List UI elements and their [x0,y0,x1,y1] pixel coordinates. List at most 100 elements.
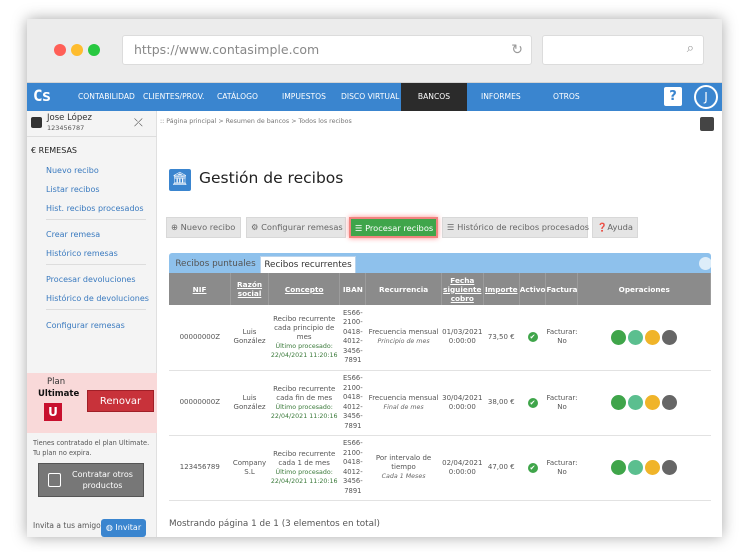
configure-remittances-button[interactable]: ⚙ Configurar remesas [246,217,346,238]
chevron-down-icon[interactable] [662,329,678,345]
table-row[interactable]: 00000000Z Luis González Recibo recurrent… [169,305,711,371]
column-header-importe[interactable]: Importe [483,273,520,305]
page-title: Gestión de recibos [199,169,344,187]
cell-nif: 00000000Z [169,305,231,371]
collapse-icon[interactable]: ⤫ [134,116,143,130]
sidebar-link-listar-recibos[interactable]: Listar recibos [46,185,100,194]
cell-razon: Company S.L [230,435,269,501]
nav-item-informes[interactable]: INFORMES [481,83,521,111]
search-icon: ⌕ [686,41,694,56]
invite-button[interactable]: ◍ Invitar [101,519,146,537]
cell-importe: 38,00 € [483,370,520,436]
new-receipt-button[interactable]: ⊕ Nuevo recibo [166,217,241,238]
sidebar-link-historico-remesas[interactable]: Histórico remesas [46,249,118,258]
main-content: :: Página principal > Resumen de bancos … [158,111,722,537]
reload-icon[interactable]: ↻ [511,36,523,64]
process-arrow-icon[interactable] [611,395,627,410]
button-label: Histórico de recibos procesados [457,222,590,232]
document-icon[interactable] [628,395,644,410]
nav-item-contabilidad[interactable]: CONTABILIDAD [78,83,135,111]
sidebar-link-nuevo-recibo[interactable]: Nuevo recibo [46,166,99,175]
nav-item-clientes[interactable]: CLIENTES/PROV. [143,83,204,111]
sidebar-link-crear-remesa[interactable]: Crear remesa [46,230,100,239]
check-icon: ✔ [527,397,538,408]
plan-name: Ultimate [38,389,80,399]
plan-note: Tienes contratado el plan Ultimate. Tu p… [33,439,150,457]
search-icon[interactable] [700,117,714,131]
edit-pencil-icon[interactable] [645,395,661,410]
breadcrumb[interactable]: :: Página principal > Resumen de bancos … [160,118,352,125]
cell-fecha: 30/04/2021 0:00:00 [441,370,484,436]
browser-window: https://www.contasimple.com ↻ ⌕ Cs CONTA… [27,19,722,537]
table-row[interactable]: 00000000Z Luis González Recibo recurrent… [169,370,711,436]
question-icon: ❓ [597,222,608,232]
nav-item-bancos[interactable]: BANCOS [401,83,467,111]
concepto-text: Recibo recurrente cada principio de mes [273,314,336,341]
process-receipts-button[interactable]: ☰ Procesar recibos [349,217,438,238]
document-icon[interactable] [628,329,644,345]
contract-label: Contratar otros productos [72,470,133,490]
cell-activo: ✔ [519,305,546,371]
column-header-razon-social[interactable]: Razón social [230,273,269,305]
invite-label: Invitar [115,523,142,532]
edit-pencil-icon[interactable] [645,460,661,475]
check-icon: ✔ [527,332,538,343]
sidebar-link-historico-devoluciones[interactable]: Histórico de devoluciones [46,294,149,303]
nav-item-disco-virtual[interactable]: DISCO VIRTUAL [341,83,399,111]
cell-fecha: 01/03/2021 0:00:00 [441,305,484,371]
plus-circle-icon: ⊕ [171,222,181,232]
browser-chrome: https://www.contasimple.com ↻ ⌕ [27,19,722,83]
renew-button[interactable]: Renovar [87,390,154,412]
cell-factura: Facturar: No [545,435,578,501]
contract-products-button[interactable]: Contratar otros productos [38,463,144,497]
chevron-down-icon[interactable] [662,395,678,410]
process-arrow-icon[interactable] [611,329,627,345]
table-row[interactable]: 123456789 Company S.L Recibo recurrente … [169,435,711,501]
help-button[interactable]: ? [664,87,682,106]
column-header-nif[interactable]: NIF [169,273,232,305]
column-header-factura: Factura [545,273,579,305]
column-header-concepto[interactable]: Concepto [268,273,341,305]
recurrencia-sub: Principio de mes [377,338,430,346]
shopping-bag-icon [48,473,61,487]
column-header-fecha[interactable]: Fecha siguiente cobro [441,273,484,305]
top-nav: Cs CONTABILIDAD CLIENTES/PROV. CATÁLOGO … [27,83,722,111]
logo[interactable]: Cs [33,86,61,108]
process-arrow-icon[interactable] [611,460,627,475]
button-label: Procesar recibos [365,223,434,233]
cell-razon: Luis González [230,370,269,436]
cell-recurrencia: Frecuencia mensual Final de mes [365,370,442,436]
divider [46,309,146,310]
plan-box: Plan Ultimate U Renovar [27,373,157,433]
close-dot-icon[interactable] [54,44,66,56]
globe-icon: ◍ [105,523,116,532]
recurrencia-sub: Cada 1 Meses [381,473,426,480]
document-icon[interactable] [628,460,644,475]
recurrencia-text: Frecuencia mensual [368,328,439,337]
column-header-activo: Activo [519,273,547,305]
nav-item-impuestos[interactable]: IMPUESTOS [282,83,326,111]
nav-item-catalogo[interactable]: CATÁLOGO [217,83,258,111]
help-toolbar-button[interactable]: ❓Ayuda [592,217,638,238]
address-bar[interactable]: https://www.contasimple.com ↻ [122,35,532,65]
last-processed: Último procesado: 22/04/2021 11:20:16 [270,468,338,485]
maximize-dot-icon[interactable] [88,44,100,56]
column-header-iban: IBAN [339,273,367,305]
tab-recibos-puntuales[interactable]: Recibos puntuales [173,256,258,273]
edit-pencil-icon[interactable] [645,329,661,345]
recurrencia-text: Frecuencia mensual [368,393,439,402]
sidebar-link-configurar-remesas[interactable]: Configurar remesas [46,321,125,330]
tab-recibos-recurrentes[interactable]: Recibos recurrentes [260,256,356,273]
cell-activo: ✔ [519,435,546,501]
avatar[interactable]: J [694,85,718,109]
nav-item-otros[interactable]: OTROS [553,83,580,111]
cell-recurrencia: Por intervalo de tiempo Cada 1 Meses [365,435,442,501]
minimize-dot-icon[interactable] [71,44,83,56]
cell-nif: 123456789 [169,435,231,501]
filter-icon[interactable] [699,257,712,270]
sidebar-link-hist-recibos[interactable]: Hist. recibos procesados [46,204,144,213]
processed-history-button[interactable]: ☰ Histórico de recibos procesados [442,217,590,238]
browser-search-field[interactable]: ⌕ [542,35,704,65]
chevron-down-icon[interactable] [662,460,678,475]
sidebar-link-procesar-devoluciones[interactable]: Procesar devoluciones [46,275,136,284]
